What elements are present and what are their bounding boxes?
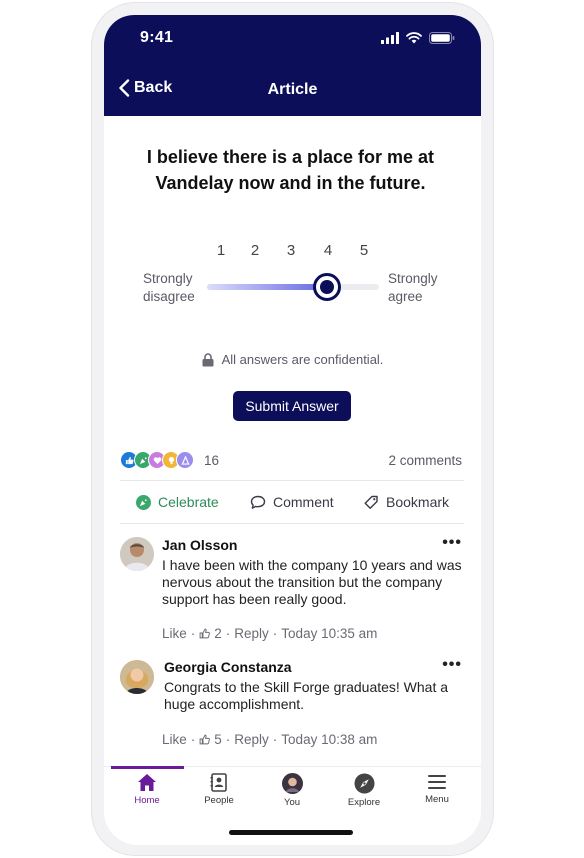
comment-text-line: support has been really good. [162, 591, 347, 607]
comment-icon [250, 495, 266, 509]
hamburger-icon [428, 775, 446, 789]
comment-meta: Like · 5 · Reply · Today 10:38 am [162, 732, 378, 747]
comment-timestamp: Today 10:38 am [281, 732, 378, 747]
comment-author[interactable]: Jan Olsson [162, 537, 237, 553]
nav-label-explore: Explore [347, 797, 381, 808]
divider [120, 523, 464, 524]
scale-number-4[interactable]: 4 [318, 242, 338, 259]
celebrate-label: Celebrate [158, 494, 219, 510]
reply-link[interactable]: Reply [234, 626, 269, 641]
lock-icon [202, 352, 214, 366]
compass-icon [354, 773, 374, 794]
divider [120, 480, 464, 481]
thumbs-up-icon [199, 734, 211, 745]
comment-meta: Like · 2 · Reply · Today 10:35 am [162, 626, 378, 641]
status-icons [381, 32, 455, 44]
rating-slider-thumb[interactable] [313, 273, 341, 301]
like-count: 2 [214, 626, 222, 641]
nav-label-people: People [204, 795, 234, 806]
nav-item-menu[interactable]: Menu [401, 773, 473, 805]
curious-icon [176, 451, 194, 469]
comment-text-line: I have been with the company 10 years an… [162, 557, 462, 573]
scale-right-anchor: Strongly agree [388, 270, 438, 306]
thumbs-up-icon [199, 628, 211, 639]
scale-left-anchor-line2: disagree [143, 289, 195, 304]
confidential-note: All answers are confidential. [104, 352, 481, 367]
reactions-summary[interactable]: 16 [120, 451, 219, 469]
comment-text: Congrats to the Skill Forge graduates! W… [164, 679, 448, 713]
nav-label-you: You [283, 797, 301, 808]
celebrate-action-icon [136, 494, 151, 510]
nav-item-explore[interactable]: Explore [328, 773, 400, 808]
home-icon [138, 774, 156, 791]
battery-icon [429, 32, 455, 44]
scale-number-1[interactable]: 1 [211, 242, 231, 259]
reply-link[interactable]: Reply [234, 732, 269, 747]
more-options-button[interactable]: ••• [442, 534, 462, 552]
comment-label: Comment [273, 494, 334, 510]
nav-item-people[interactable]: People [183, 773, 255, 806]
status-time: 9:41 [140, 29, 174, 46]
survey-question: I believe there is a place for me at Van… [146, 147, 435, 193]
home-indicator [229, 830, 353, 835]
comment-text-line: huge accomplishment. [164, 696, 305, 712]
like-count: 5 [214, 732, 222, 747]
nav-item-you[interactable]: You [256, 773, 328, 808]
nav-item-home[interactable]: Home [111, 773, 183, 806]
scale-left-anchor-line1: Strongly [143, 271, 193, 286]
avatar[interactable] [120, 537, 154, 571]
bookmark-icon [364, 495, 378, 509]
comment-text-line: Congrats to the Skill Forge graduates! W… [164, 679, 449, 695]
nav-label-home: Home [134, 795, 160, 806]
people-icon [210, 773, 227, 792]
nav-label-menu: Menu [425, 794, 449, 805]
scale-number-3[interactable]: 3 [281, 242, 301, 259]
celebrate-button[interactable]: Celebrate [136, 494, 219, 510]
more-options-button[interactable]: ••• [442, 656, 462, 674]
wifi-icon [406, 32, 422, 44]
signal-icon [381, 32, 399, 44]
avatar[interactable] [120, 660, 154, 694]
avatar-icon [281, 773, 303, 794]
reactions-count: 16 [204, 452, 220, 468]
confidential-text: All answers are confidential. [221, 352, 384, 367]
bookmark-label: Bookmark [386, 494, 450, 510]
comment-timestamp: Today 10:35 am [281, 626, 378, 641]
rating-slider-track[interactable] [207, 284, 379, 290]
scale-right-anchor-line2: agree [388, 289, 423, 304]
bookmark-button[interactable]: Bookmark [363, 494, 449, 510]
scale-right-anchor-line1: Strongly [388, 271, 438, 286]
comment-author[interactable]: Georgia Constanza [164, 659, 292, 675]
comment-text: I have been with the company 10 years an… [162, 557, 462, 608]
like-link[interactable]: Like [162, 732, 187, 747]
phone-screen: 9:41 Back Article I believe there is a p… [104, 15, 481, 845]
like-link[interactable]: Like [162, 626, 187, 641]
nav-active-indicator [111, 766, 184, 769]
comment-text-line: nervous about the transition but the com… [162, 574, 443, 590]
scale-number-2[interactable]: 2 [245, 242, 265, 259]
comment-button[interactable]: Comment [250, 494, 334, 510]
page-title: Article [267, 81, 318, 98]
submit-answer-button[interactable]: Submit Answer [233, 391, 351, 421]
scale-number-5[interactable]: 5 [354, 242, 374, 259]
comments-count-link[interactable]: 2 comments [388, 453, 462, 468]
app-header: 9:41 Back Article [104, 15, 481, 116]
scale-left-anchor: Strongly disagree [143, 270, 195, 306]
